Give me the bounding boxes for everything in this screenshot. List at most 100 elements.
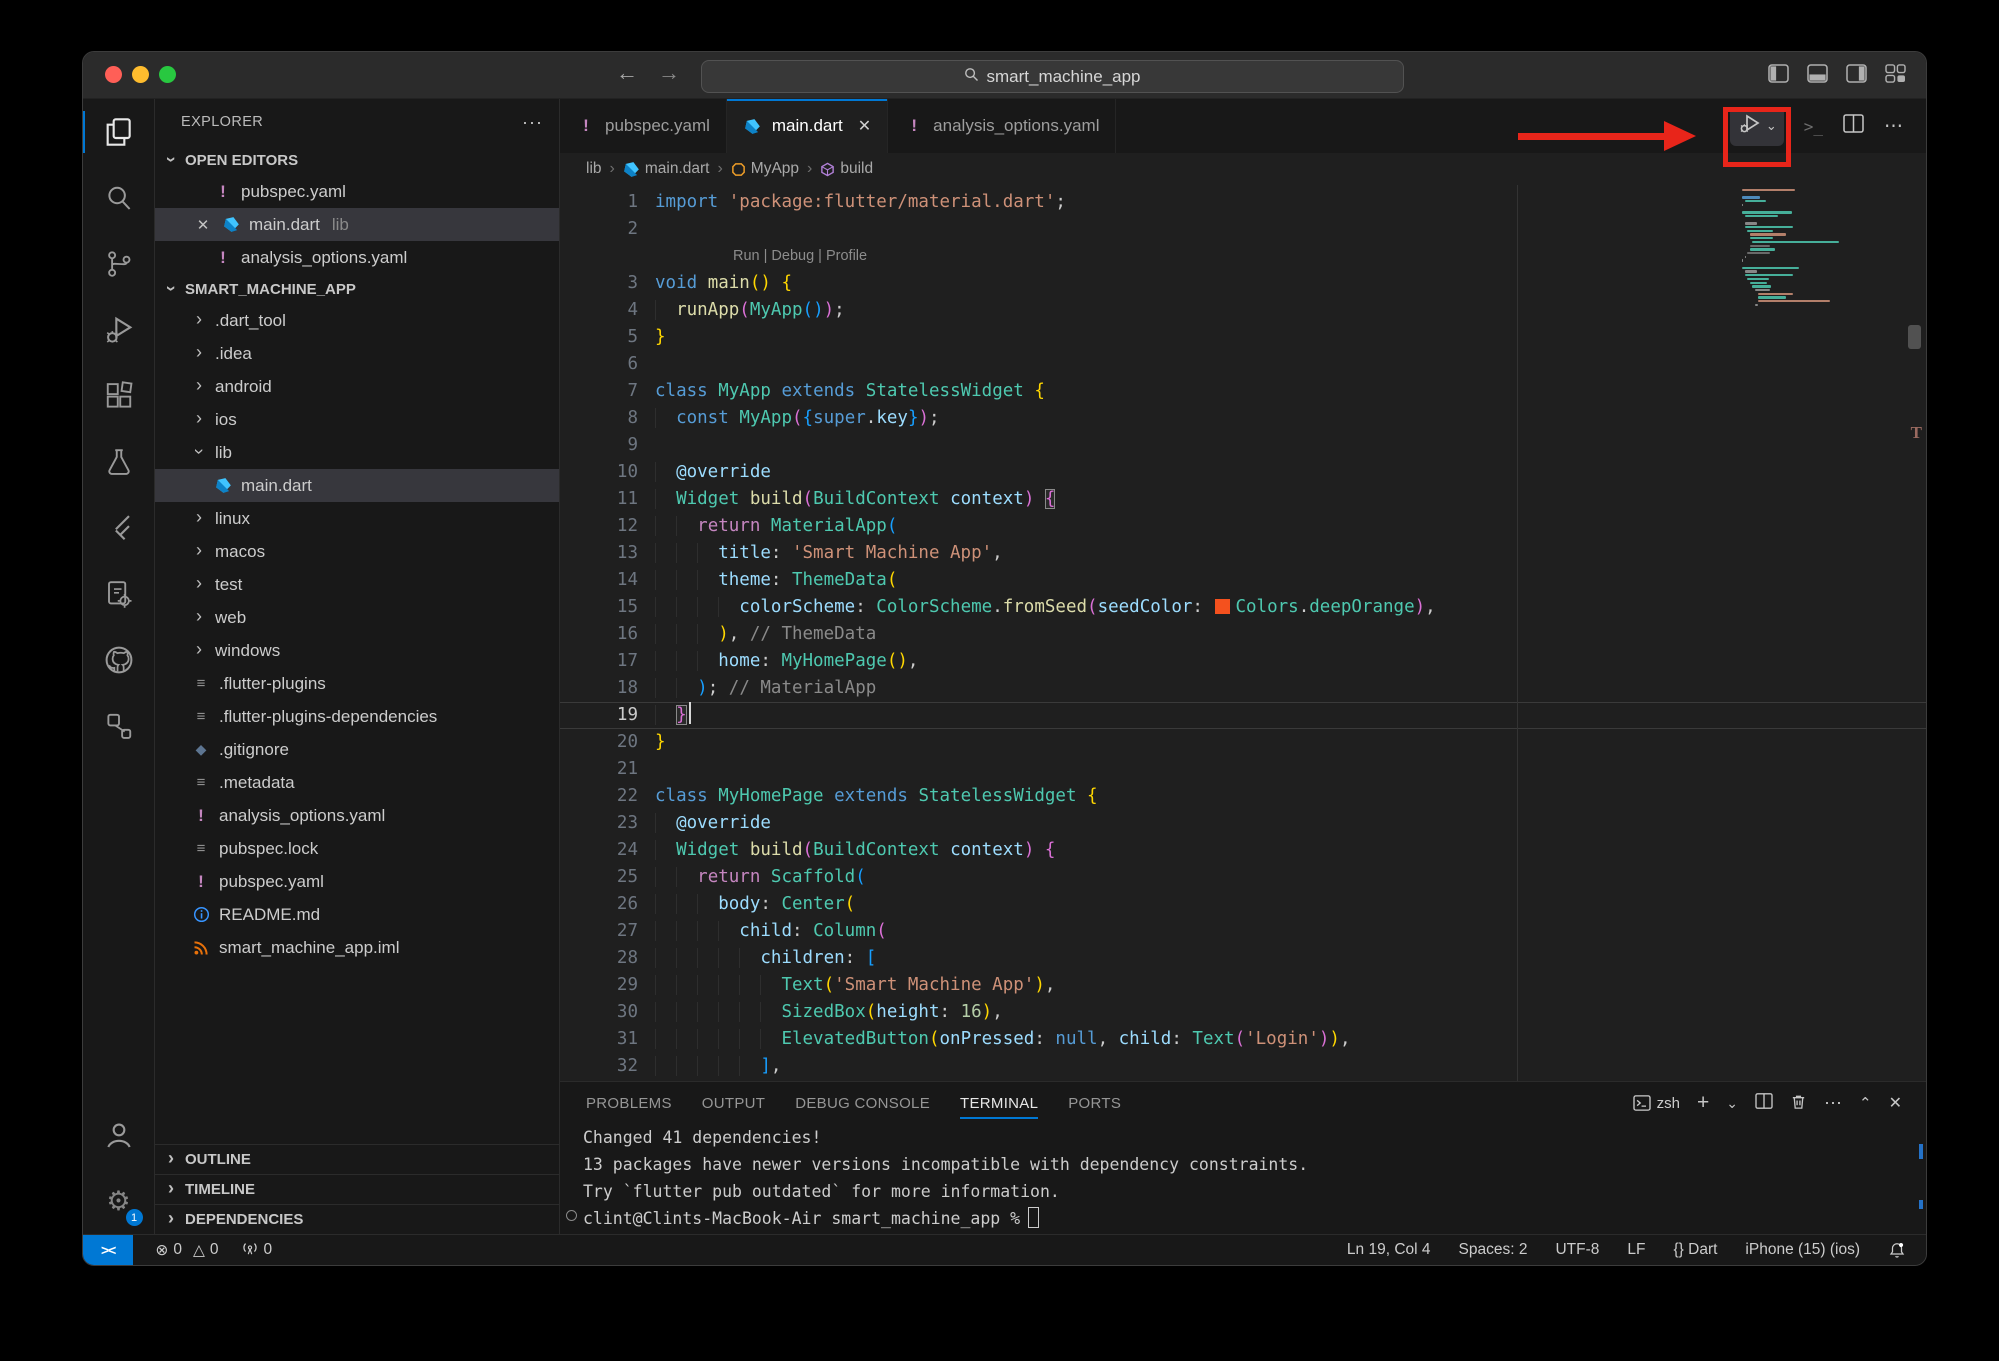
tree-folder-macos[interactable]: ›macos xyxy=(155,535,559,568)
code-line[interactable]: 8 const MyApp({super.key}); xyxy=(560,405,1926,432)
code-line[interactable]: 2 xyxy=(560,216,1926,243)
code-line[interactable]: 11 Widget build(BuildContext context) { xyxy=(560,486,1926,513)
tree-folder-windows[interactable]: ›windows xyxy=(155,634,559,667)
code-line[interactable]: 4 runApp(MyApp()); xyxy=(560,297,1926,324)
chevron-down-icon[interactable]: ⌄ xyxy=(1726,1095,1738,1112)
open-editors-section[interactable]: › OPEN EDITORS xyxy=(155,145,559,175)
code-line[interactable]: 13 title: 'Smart Machine App', xyxy=(560,540,1926,567)
breadcrumb-item[interactable]: MyApp xyxy=(731,160,799,178)
close-icon[interactable]: ✕ xyxy=(193,216,213,234)
activity-bar-flutter[interactable] xyxy=(83,495,155,561)
toggle-panel-icon[interactable] xyxy=(1807,64,1828,83)
more-actions-icon[interactable]: ⋯ xyxy=(1884,115,1904,138)
customize-layout-icon[interactable] xyxy=(1885,64,1906,83)
status-item[interactable]: UTF-8 xyxy=(1555,1241,1599,1259)
sidebar-more-actions-icon[interactable]: ··· xyxy=(522,112,543,133)
code-editor[interactable]: 1import 'package:flutter/material.dart';… xyxy=(560,185,1926,1081)
more-actions-icon[interactable]: ⋯ xyxy=(1824,1093,1842,1114)
tree-file-.gitignore[interactable]: ◆.gitignore xyxy=(155,733,559,766)
tree-folder-.dart_tool[interactable]: ›.dart_tool xyxy=(155,304,559,337)
code-line[interactable]: 27 child: Column( xyxy=(560,918,1926,945)
status-item[interactable]: Spaces: 2 xyxy=(1459,1241,1528,1259)
close-window-button[interactable] xyxy=(105,66,122,83)
open-editor-item[interactable]: ✕main.dartlib xyxy=(155,208,559,241)
code-line[interactable]: 7class MyApp extends StatelessWidget { xyxy=(560,378,1926,405)
project-section[interactable]: › SMART_MACHINE_APP xyxy=(155,274,559,304)
status-item[interactable]: LF xyxy=(1627,1241,1645,1259)
tree-folder-test[interactable]: ›test xyxy=(155,568,559,601)
tree-file-pubspec.yaml[interactable]: !pubspec.yaml xyxy=(155,865,559,898)
minimize-window-button[interactable] xyxy=(132,66,149,83)
open-editor-item[interactable]: !analysis_options.yaml xyxy=(155,241,559,274)
tree-file-.metadata[interactable]: ≡.metadata xyxy=(155,766,559,799)
terminal-instance[interactable]: zsh xyxy=(1633,1095,1680,1112)
tree-folder-lib[interactable]: ›lib xyxy=(155,436,559,469)
code-line[interactable]: 18 ); // MaterialApp xyxy=(560,675,1926,702)
panel-tab-terminal[interactable]: TERMINAL xyxy=(960,1082,1038,1124)
activity-bar-dart-devtools[interactable] xyxy=(83,561,155,627)
feedback-status[interactable]: 0 xyxy=(241,1240,273,1261)
status-item[interactable]: {} Dart xyxy=(1673,1241,1717,1259)
tree-folder-linux[interactable]: ›linux xyxy=(155,502,559,535)
tree-folder-web[interactable]: ›web xyxy=(155,601,559,634)
close-panel-icon[interactable]: ✕ xyxy=(1889,1093,1902,1113)
code-line[interactable]: 24 Widget build(BuildContext context) { xyxy=(560,837,1926,864)
tree-file-pubspec.lock[interactable]: ≡pubspec.lock xyxy=(155,832,559,865)
status-item[interactable]: Ln 19, Col 4 xyxy=(1347,1241,1431,1259)
code-line[interactable]: 17 home: MyHomePage(), xyxy=(560,648,1926,675)
tab-main.dart[interactable]: main.dart✕ xyxy=(727,99,888,153)
activity-bar-run-debug[interactable] xyxy=(83,297,155,363)
new-terminal-icon[interactable]: + xyxy=(1697,1091,1709,1115)
maximize-panel-icon[interactable]: ⌃ xyxy=(1859,1094,1872,1112)
code-line[interactable]: 23 @override xyxy=(560,810,1926,837)
tree-folder-ios[interactable]: ›ios xyxy=(155,403,559,436)
code-line[interactable]: 28 children: [ xyxy=(560,945,1926,972)
activity-bar-references[interactable] xyxy=(83,693,155,759)
activity-bar-explorer[interactable] xyxy=(83,99,155,165)
sidebar-section-outline[interactable]: ›OUTLINE xyxy=(155,1144,559,1174)
overview-ruler-slider[interactable] xyxy=(1908,325,1921,349)
tree-file-README.md[interactable]: README.md xyxy=(155,898,559,931)
split-terminal-icon[interactable] xyxy=(1755,1093,1773,1113)
breadcrumb-item[interactable]: build xyxy=(820,160,873,178)
tab-analysis_options.yaml[interactable]: !analysis_options.yaml xyxy=(888,99,1116,153)
code-line[interactable]: 19 } xyxy=(560,702,1926,729)
code-line[interactable]: 5} xyxy=(560,324,1926,351)
tree-file-.flutter-plugins-dependencies[interactable]: ≡.flutter-plugins-dependencies xyxy=(155,700,559,733)
terminal-output[interactable]: Changed 41 dependencies!13 packages have… xyxy=(560,1124,1926,1234)
code-lens[interactable]: Run | Debug | Profile xyxy=(560,243,1926,270)
activity-bar-source-control[interactable] xyxy=(83,231,155,297)
close-icon[interactable]: ✕ xyxy=(858,116,871,136)
navigate-back-button[interactable]: ← xyxy=(611,60,643,86)
toggle-secondary-sidebar-icon[interactable] xyxy=(1846,64,1867,83)
run-terminal-icon[interactable]: >_ xyxy=(1804,117,1823,136)
tree-folder-.idea[interactable]: ›.idea xyxy=(155,337,559,370)
sidebar-section-timeline[interactable]: ›TIMELINE xyxy=(155,1174,559,1204)
tab-pubspec.yaml[interactable]: !pubspec.yaml xyxy=(560,99,727,153)
activity-bar-testing[interactable] xyxy=(83,429,155,495)
code-line[interactable]: 1import 'package:flutter/material.dart'; xyxy=(560,189,1926,216)
activity-bar-extensions[interactable] xyxy=(83,363,155,429)
code-line[interactable]: 25 return Scaffold( xyxy=(560,864,1926,891)
panel-tab-debug-console[interactable]: DEBUG CONSOLE xyxy=(795,1082,930,1124)
tree-file-smart_machine_app.iml[interactable]: smart_machine_app.iml xyxy=(155,931,559,964)
color-swatch[interactable] xyxy=(1215,599,1230,614)
split-editor-icon[interactable] xyxy=(1843,114,1864,138)
activity-bar-github[interactable] xyxy=(83,627,155,693)
breadcrumb-item[interactable]: main.dart xyxy=(623,160,710,178)
zoom-window-button[interactable] xyxy=(159,66,176,83)
code-line[interactable]: 26 body: Center( xyxy=(560,891,1926,918)
tree-file-main.dart[interactable]: main.dart xyxy=(155,469,559,502)
panel-tab-problems[interactable]: PROBLEMS xyxy=(586,1082,672,1124)
code-line[interactable]: 22class MyHomePage extends StatelessWidg… xyxy=(560,783,1926,810)
breadcrumb-item[interactable]: lib xyxy=(586,160,602,178)
navigate-forward-button[interactable]: → xyxy=(653,60,685,86)
activity-bar-search[interactable] xyxy=(83,165,155,231)
code-line[interactable]: 32 ], xyxy=(560,1053,1926,1080)
kill-terminal-icon[interactable] xyxy=(1790,1093,1807,1114)
problems-status[interactable]: ⊗ 0 △ 0 xyxy=(155,1241,218,1260)
code-line[interactable]: 10 @override xyxy=(560,459,1926,486)
code-line[interactable]: 14 theme: ThemeData( xyxy=(560,567,1926,594)
open-editor-item[interactable]: !pubspec.yaml xyxy=(155,175,559,208)
notifications-bell-icon[interactable] xyxy=(1888,1241,1906,1259)
